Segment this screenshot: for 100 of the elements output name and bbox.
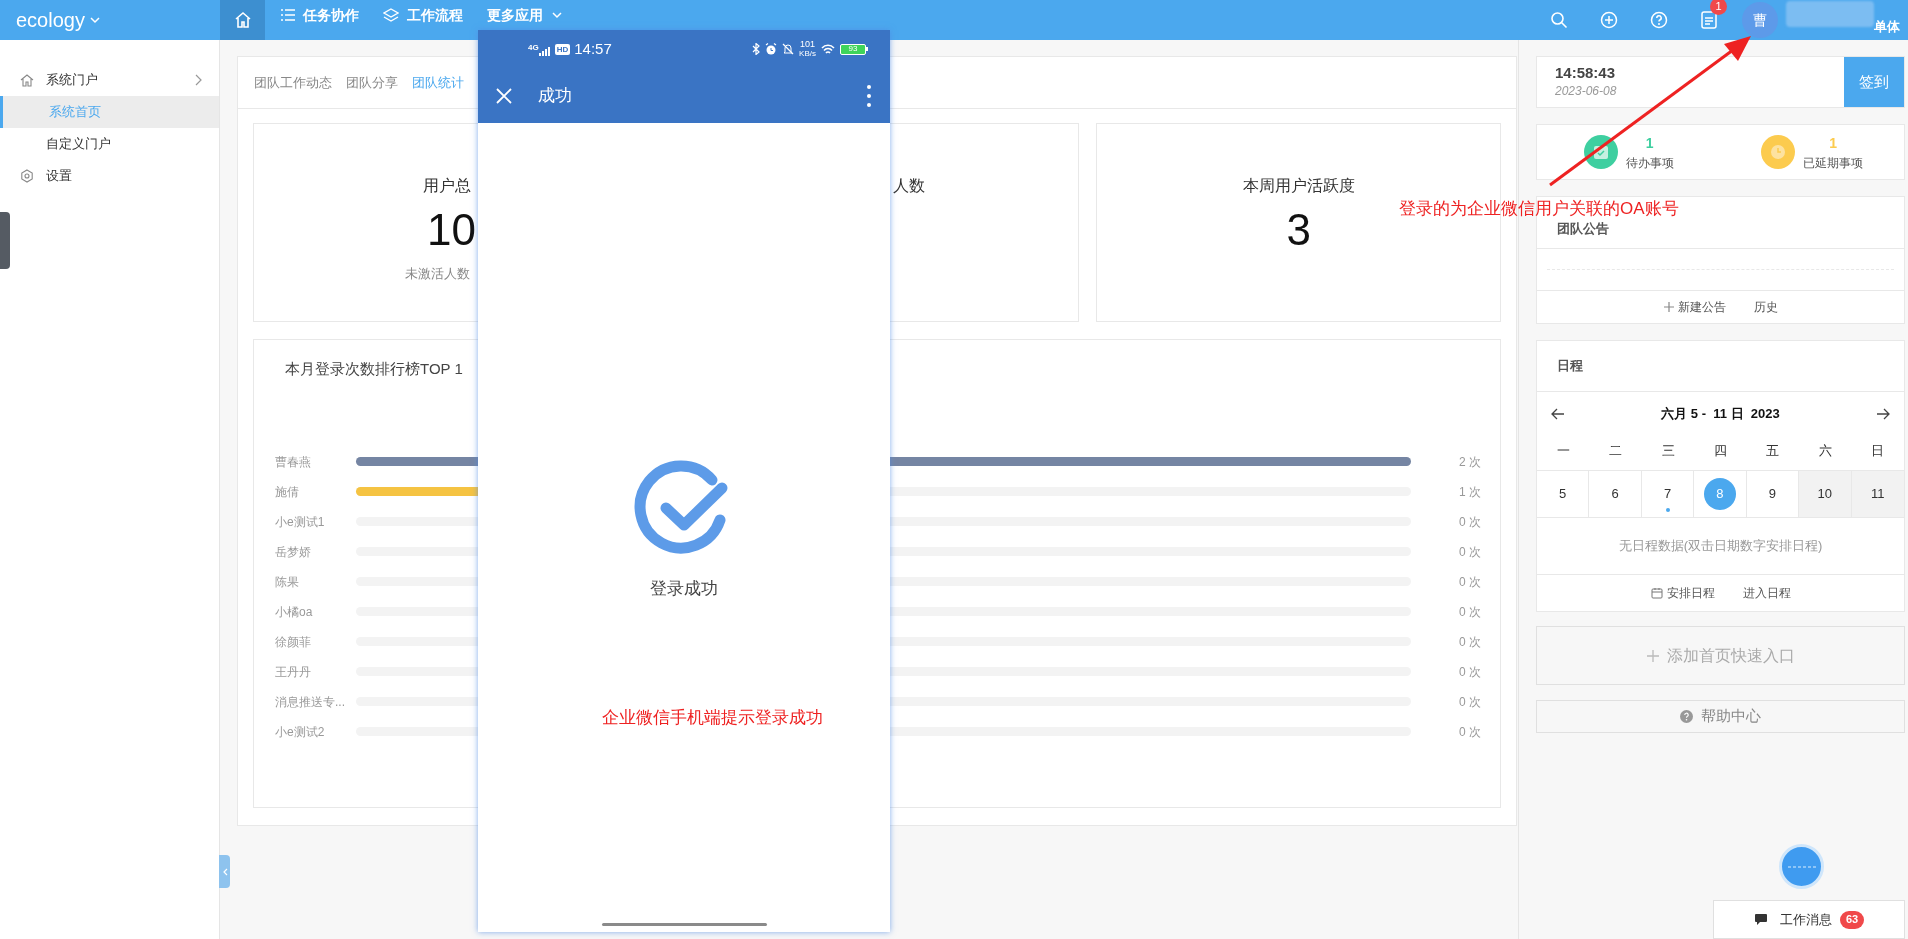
alarm-icon <box>765 43 778 55</box>
unread-badge: 63 <box>1839 910 1865 929</box>
ranking-count: 0 次 <box>1458 543 1481 561</box>
muted-bell-icon <box>782 43 795 55</box>
day-number[interactable]: 7 <box>1663 484 1672 504</box>
weekday-label: 一 <box>1555 442 1571 461</box>
notice-action[interactable]: 新建公告 <box>1663 298 1726 316</box>
notice-title: 团队公告 <box>1557 219 1609 238</box>
day-number[interactable]: 9 <box>1768 484 1777 504</box>
wifi-icon <box>821 43 835 55</box>
work-messages-button[interactable]: 工作消息 63 <box>1713 900 1905 939</box>
help-icon <box>1650 11 1668 29</box>
ranking-count: 0 次 <box>1458 693 1481 711</box>
ranking-name: 曹春燕 <box>275 453 312 471</box>
notice-action[interactable]: 历史 <box>1753 298 1778 316</box>
notification-badge: 1 <box>1710 0 1727 15</box>
stat-label: 本周用户活跃度 <box>1242 176 1355 196</box>
ranking-count: 0 次 <box>1458 723 1481 741</box>
chat-icon <box>1753 913 1768 926</box>
close-button[interactable] <box>494 85 514 106</box>
help-icon <box>1680 710 1693 723</box>
stat-label: 人数 <box>892 176 926 196</box>
network-type: 4G <box>528 42 539 54</box>
schedule-action[interactable]: 进入日程 <box>1742 584 1791 602</box>
chevron-down-icon[interactable] <box>88 14 101 26</box>
annotation-text: 登录的为企业微信用户关联的OA账号 <box>1399 198 1679 220</box>
stat-value: 10 <box>427 204 477 256</box>
home-icon <box>20 73 34 87</box>
ranking-count: 0 次 <box>1458 603 1481 621</box>
task-label[interactable]: 已延期事项 <box>1803 153 1864 172</box>
document-icon <box>1701 11 1717 29</box>
stat-note: 未激活人数 <box>405 265 471 283</box>
ranking-count: 0 次 <box>1458 633 1481 651</box>
ranking-name: 小e测试2 <box>275 723 326 741</box>
hd-badge: HD <box>554 43 571 55</box>
ranking-name: 王丹丹 <box>275 663 312 681</box>
weekday-label: 三 <box>1660 442 1676 461</box>
success-message: 登录成功 <box>650 578 718 600</box>
chevron-down-icon <box>551 9 563 21</box>
weekday-label: 五 <box>1765 442 1781 461</box>
ranking-count: 2 次 <box>1458 453 1481 471</box>
chevron-right-icon <box>195 74 203 86</box>
speed-unit: KB/s <box>799 49 816 58</box>
ranking-name: 消息推送专... <box>275 693 346 711</box>
network-speed: 101 <box>800 40 816 49</box>
plus-icon <box>1663 302 1674 312</box>
week-range: 六月 5 - 11 日 2023 <box>1661 405 1780 424</box>
day-number[interactable]: 10 <box>1817 484 1833 504</box>
arrow-right-icon[interactable] <box>1876 408 1890 420</box>
task-label[interactable]: 待办事项 <box>1625 153 1674 172</box>
ranking-name: 小橘oa <box>275 603 314 621</box>
calendar-icon <box>1650 587 1663 599</box>
weekday-label: 四 <box>1713 442 1728 461</box>
collapse-handle[interactable] <box>219 855 230 888</box>
day-number[interactable]: 11 <box>1871 484 1885 504</box>
day-number[interactable]: 5 <box>1559 484 1567 504</box>
ranking-count: 0 次 <box>1458 573 1481 591</box>
list-icon <box>281 9 295 21</box>
ranking-name: 陈果 <box>275 573 300 591</box>
day-number[interactable]: 6 <box>1611 484 1619 504</box>
tab[interactable]: 团队分享 <box>346 72 398 93</box>
ranking-name: 徐颜菲 <box>275 633 312 651</box>
signal-icon <box>538 46 553 56</box>
floating-assistant-button[interactable] <box>1779 844 1824 889</box>
day-cell[interactable]: 10 <box>1799 471 1852 517</box>
sidebar-item[interactable]: 自定义门户 <box>0 128 219 160</box>
battery-level: 93 <box>840 43 866 55</box>
arrow-left-icon[interactable] <box>1551 408 1565 420</box>
messages-button[interactable]: 1 <box>1684 0 1734 40</box>
schedule-title: 日程 <box>1557 357 1583 376</box>
work-messages-label: 工作消息 <box>1779 910 1832 929</box>
ranking-count: 0 次 <box>1458 663 1481 681</box>
clock-time: 14:58:43 <box>1555 64 1617 82</box>
plus-icon <box>1646 649 1659 662</box>
weekday-label: 六 <box>1817 442 1833 461</box>
sidebar-item[interactable]: 设置 <box>0 160 219 192</box>
stat-label: 用户总 <box>423 176 472 196</box>
weekday-label: 二 <box>1608 442 1624 461</box>
schedule-empty-text: 无日程数据(双击日期数字安排日程) <box>1618 537 1823 556</box>
gear-icon <box>20 169 34 183</box>
annotation-text: 企业微信手机端提示登录成功 <box>602 707 823 729</box>
ranking-name: 岳梦娇 <box>275 543 312 561</box>
layers-icon <box>383 8 399 22</box>
sidebar-item[interactable]: 系统门户 <box>0 64 219 96</box>
ranking-count: 0 次 <box>1458 513 1481 531</box>
phone-time: 14:57 <box>574 38 612 59</box>
stat-value: 3 <box>1286 204 1311 256</box>
nav-home-button[interactable] <box>220 0 265 40</box>
weekday-label: 日 <box>1870 442 1886 461</box>
ranking-name: 施倩 <box>275 483 300 501</box>
search-icon <box>1550 11 1568 29</box>
bluetooth-icon <box>752 43 761 55</box>
phone-title: 成功 <box>538 84 572 107</box>
ranking-title: 本月登录次数排行榜TOP 1 <box>285 359 464 379</box>
schedule-action[interactable]: 安排日程 <box>1650 584 1715 602</box>
ranking-count: 1 次 <box>1458 483 1481 501</box>
clock-date: 2023-06-08 <box>1555 83 1618 100</box>
ranking-name: 小e测试1 <box>275 513 326 531</box>
tab[interactable]: 团队工作动态 <box>254 72 332 93</box>
day-cell[interactable]: 11 <box>1851 471 1904 517</box>
